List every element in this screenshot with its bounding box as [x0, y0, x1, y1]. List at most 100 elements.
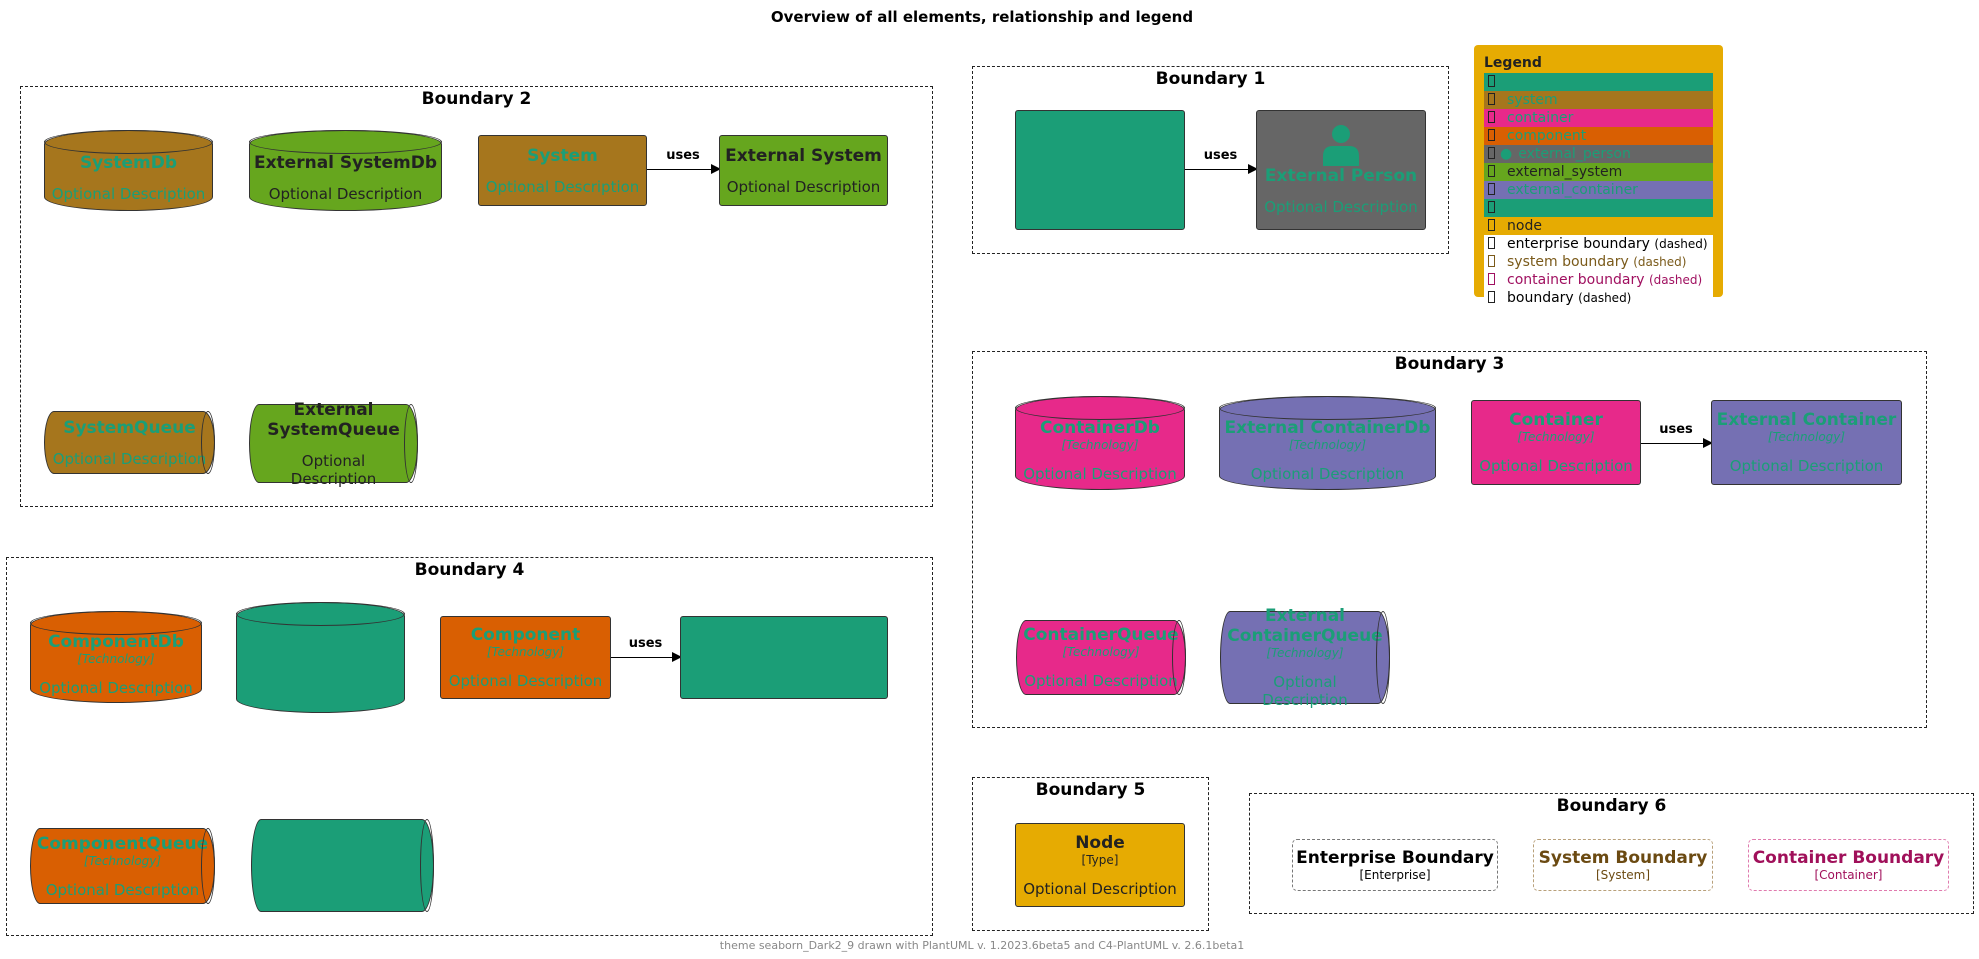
element-desc: Optional Description	[268, 184, 423, 203]
element-desc: Optional Description	[726, 177, 881, 196]
element-tech: [Technology]	[1517, 430, 1595, 444]
element-desc: Optional Description	[52, 449, 207, 468]
element-tech: [System]	[1595, 867, 1651, 882]
legend-item-container-boundary: container boundary (dashed)	[1484, 271, 1713, 289]
component-queue[interactable]: ComponentQueue [Technology] Optional Des…	[30, 828, 215, 904]
element-tech: [Technology]	[77, 651, 155, 666]
element-name: Component	[470, 625, 581, 645]
element-desc: Optional Description	[51, 184, 206, 203]
person-icon: ●	[1500, 146, 1513, 162]
element-name: System	[527, 145, 598, 166]
legend-item-external-system: external_system	[1484, 163, 1713, 181]
footer-text: theme seaborn_Dark2_9 drawn with PlantUM…	[719, 939, 1245, 952]
relation-label: uses	[666, 148, 700, 163]
element-name: Node	[1075, 832, 1125, 853]
element-name: System Boundary	[1538, 847, 1708, 868]
element-name: ContainerDb	[1040, 417, 1160, 438]
relation-label: uses	[1659, 422, 1693, 437]
boundary-title: Boundary 3	[1394, 354, 1505, 374]
element-tech: [Container]	[1814, 867, 1883, 882]
person-icon	[1323, 125, 1359, 166]
element-tech: [Technology]	[83, 853, 162, 868]
component-db[interactable]: ComponentDb [Technology] Optional Descri…	[30, 611, 202, 703]
container-queue[interactable]: ContainerQueue [Technology] Optional Des…	[1016, 620, 1186, 695]
external-container-db[interactable]: External ContainerDb [Technology] Option…	[1219, 396, 1436, 490]
boundary-title: Boundary 6	[1556, 796, 1667, 816]
external-container[interactable]: External Container [Technology] Optional…	[1711, 400, 1902, 485]
element-desc: Optional Description	[485, 177, 640, 196]
element-name: External Person	[1264, 166, 1418, 186]
diagram-title: Overview of all elements, relationship a…	[770, 8, 1194, 26]
element-tech: [Type]	[1081, 852, 1119, 867]
external-system-db[interactable]: External SystemDb Optional Description	[249, 130, 442, 211]
component[interactable]: Component [Technology] Optional Descript…	[440, 616, 611, 699]
container[interactable]: Container [Technology] Optional Descript…	[1471, 400, 1641, 485]
element-name: Container	[1509, 410, 1603, 430]
system-db[interactable]: SystemDb Optional Description	[44, 130, 213, 211]
element-name: External SystemQueue	[267, 399, 400, 440]
external-person[interactable]: External Person Optional Description	[1256, 110, 1426, 230]
element-name: ContainerQueue	[1023, 625, 1179, 645]
element-desc: Optional Description	[1023, 464, 1177, 483]
legend-item	[1484, 199, 1713, 217]
element-desc: Optional Description	[290, 451, 377, 488]
element-name: Enterprise Boundary	[1296, 847, 1494, 868]
system-queue[interactable]: SystemQueue Optional Description	[44, 411, 215, 474]
legend-title: Legend	[1484, 55, 1542, 71]
element-name: SystemDb	[79, 152, 178, 173]
element-name: External ContainerDb	[1224, 417, 1431, 438]
external-container-queue[interactable]: External ContainerQueue [Technology] Opt…	[1220, 606, 1390, 709]
legend-item-component: component	[1484, 127, 1713, 145]
element-desc: Optional Description	[1250, 464, 1405, 483]
element-name: External ContainerQueue	[1227, 606, 1383, 646]
container-db[interactable]: ContainerDb [Technology] Optional Descri…	[1015, 396, 1185, 490]
legend-item-external-person: ● external_person	[1484, 145, 1713, 163]
legend-item	[1484, 73, 1713, 91]
boundary-title: Boundary 5	[1035, 780, 1146, 800]
element-desc: Optional Description	[1264, 198, 1418, 216]
element-name: ComponentQueue	[36, 833, 209, 854]
legend-item-boundary: boundary (dashed)	[1484, 289, 1713, 307]
relation-label: uses	[1203, 148, 1238, 163]
legend-item-node: node	[1484, 217, 1713, 235]
boundary-title: Boundary 2	[421, 89, 532, 109]
element-name: SystemQueue	[63, 417, 196, 438]
external-system-queue[interactable]: External SystemQueue Optional Descriptio…	[249, 400, 418, 488]
element-tech: [Technology]	[1062, 645, 1140, 659]
unlabeled-element[interactable]	[680, 616, 888, 699]
legend: Legend system container component ● exter…	[1474, 45, 1723, 307]
legend-item-system-boundary: system boundary (dashed)	[1484, 253, 1713, 271]
element-name: External SystemDb	[253, 152, 438, 173]
element-tech: [Technology]	[1288, 437, 1367, 452]
relation-arrow: uses	[647, 148, 721, 174]
container-boundary[interactable]: Container Boundary [Container]	[1748, 839, 1949, 891]
element-tech: [Enterprise]	[1359, 867, 1431, 882]
element-desc: Optional Description	[1479, 457, 1633, 475]
diagram-canvas: Overview of all elements, relationship a…	[0, 0, 1979, 959]
unlabeled-person[interactable]	[1015, 110, 1185, 230]
element-desc: Optional Description	[1262, 673, 1348, 709]
element-tech: [Technology]	[1767, 430, 1846, 444]
element-desc: Optional Description	[448, 672, 603, 690]
element-desc: Optional Description	[39, 678, 193, 697]
boundary-title: Boundary 1	[1155, 69, 1266, 89]
relation-label: uses	[628, 636, 663, 651]
element-desc: Optional Description	[45, 880, 200, 899]
legend-item-system: system	[1484, 91, 1713, 109]
element-desc: Optional Description	[1729, 457, 1884, 475]
unlabeled-queue[interactable]	[251, 819, 434, 912]
system-boundary[interactable]: System Boundary [System]	[1533, 839, 1713, 891]
element-desc: Optional Description	[1023, 879, 1177, 898]
external-system[interactable]: External System Optional Description	[719, 135, 888, 206]
relation-arrow: uses	[1185, 148, 1258, 174]
element-tech: [Technology]	[486, 645, 565, 659]
enterprise-boundary[interactable]: Enterprise Boundary [Enterprise]	[1292, 839, 1498, 891]
element-name: Container Boundary	[1752, 847, 1945, 868]
unlabeled-db[interactable]	[236, 602, 405, 713]
legend-item-container: container	[1484, 109, 1713, 127]
system[interactable]: System Optional Description	[478, 135, 647, 206]
element-tech: [Technology]	[1266, 646, 1344, 660]
node[interactable]: Node [Type] Optional Description	[1015, 823, 1185, 907]
legend-item-enterprise-boundary: enterprise boundary (dashed)	[1484, 235, 1713, 253]
element-name: External System	[725, 145, 882, 166]
